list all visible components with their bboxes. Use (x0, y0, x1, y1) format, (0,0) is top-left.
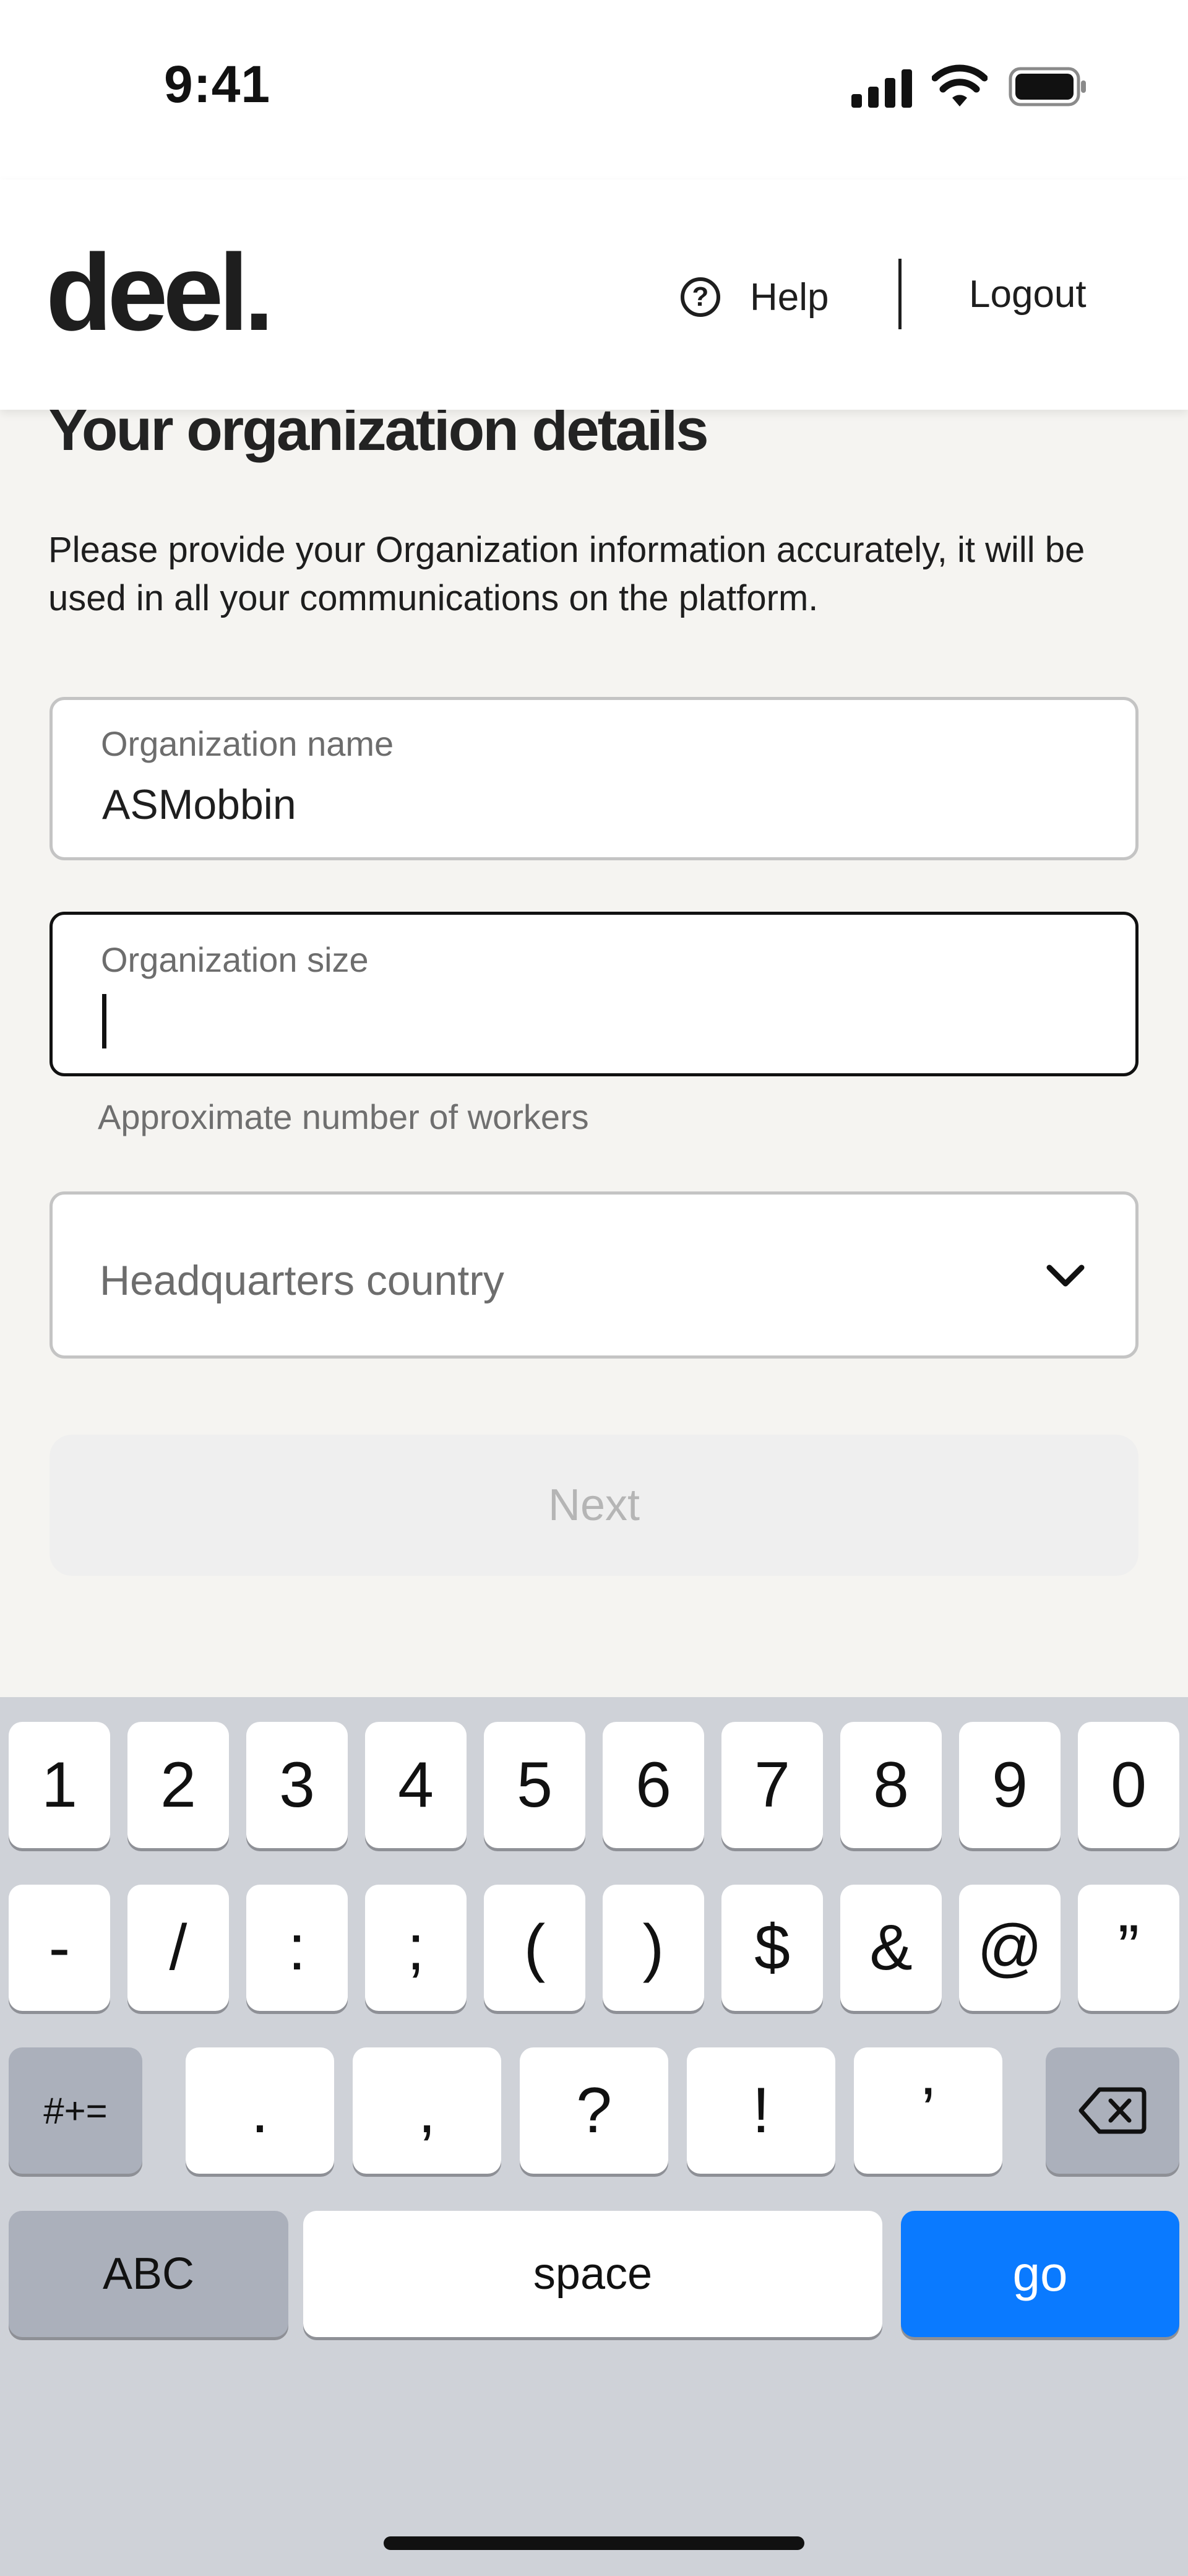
key-slash[interactable]: / (127, 1885, 229, 2011)
organization-name-value[interactable]: ASMobbin (102, 780, 296, 829)
key-colon[interactable]: : (246, 1885, 348, 2011)
key-at[interactable]: @ (959, 1885, 1061, 2011)
battery-icon (1009, 67, 1086, 106)
space-key[interactable]: space (303, 2211, 882, 2337)
next-button[interactable]: Next (50, 1435, 1138, 1576)
status-time: 9:41 (164, 55, 271, 113)
text-cursor (102, 994, 106, 1048)
deel-logo[interactable]: deel. (46, 238, 274, 347)
header-divider (898, 259, 902, 329)
backspace-icon (1078, 2087, 1147, 2134)
key-3[interactable]: 3 (246, 1722, 348, 1848)
key-apostrophe[interactable]: ’ (854, 2047, 1002, 2174)
help-button[interactable]: ? Help (681, 260, 829, 334)
key-open-paren[interactable]: ( (484, 1885, 585, 2011)
key-quote[interactable]: ” (1078, 1885, 1179, 2011)
chevron-down-icon (1046, 1264, 1085, 1287)
backspace-key[interactable] (1046, 2047, 1179, 2174)
numeric-keyboard: 1 2 3 4 5 6 7 8 9 0 - / : ; ( ) $ & @ ” … (0, 1697, 1188, 2576)
key-4[interactable]: 4 (365, 1722, 467, 1848)
key-close-paren[interactable]: ) (603, 1885, 704, 2011)
organization-size-field[interactable]: Organization size (50, 912, 1138, 1076)
key-9[interactable]: 9 (959, 1722, 1061, 1848)
key-8[interactable]: 8 (840, 1722, 942, 1848)
key-2[interactable]: 2 (127, 1722, 229, 1848)
key-6[interactable]: 6 (603, 1722, 704, 1848)
go-key[interactable]: go (901, 2211, 1179, 2337)
headquarters-country-select[interactable]: Headquarters country (50, 1191, 1138, 1359)
signal-icon (851, 69, 913, 108)
help-icon: ? (681, 277, 720, 317)
organization-size-label: Organization size (101, 940, 369, 979)
intro-text: Please provide your Organization informa… (48, 530, 1085, 618)
help-label: Help (750, 275, 829, 319)
key-7[interactable]: 7 (721, 1722, 823, 1848)
key-dollar[interactable]: $ (721, 1885, 823, 2011)
key-1[interactable]: 1 (9, 1722, 110, 1848)
key-comma[interactable]: , (353, 2047, 501, 2174)
headquarters-country-placeholder: Headquarters country (100, 1257, 504, 1304)
key-semicolon[interactable]: ; (365, 1885, 467, 2011)
key-symbols[interactable]: #+= (9, 2047, 142, 2174)
key-ampersand[interactable]: & (840, 1885, 942, 2011)
organization-name-label: Organization name (101, 724, 394, 763)
key-hyphen[interactable]: - (9, 1885, 110, 2011)
home-indicator[interactable] (384, 2536, 804, 2550)
key-question[interactable]: ? (520, 2047, 668, 2174)
key-period[interactable]: . (186, 2047, 334, 2174)
key-exclamation[interactable]: ! (687, 2047, 835, 2174)
key-5[interactable]: 5 (484, 1722, 585, 1848)
logout-button[interactable]: Logout (969, 272, 1087, 316)
wifi-icon (932, 64, 988, 106)
organization-name-field[interactable]: Organization name ASMobbin (50, 697, 1138, 860)
key-0[interactable]: 0 (1078, 1722, 1179, 1848)
abc-key[interactable]: ABC (9, 2211, 288, 2337)
organization-size-helper: Approximate number of workers (98, 1097, 589, 1136)
